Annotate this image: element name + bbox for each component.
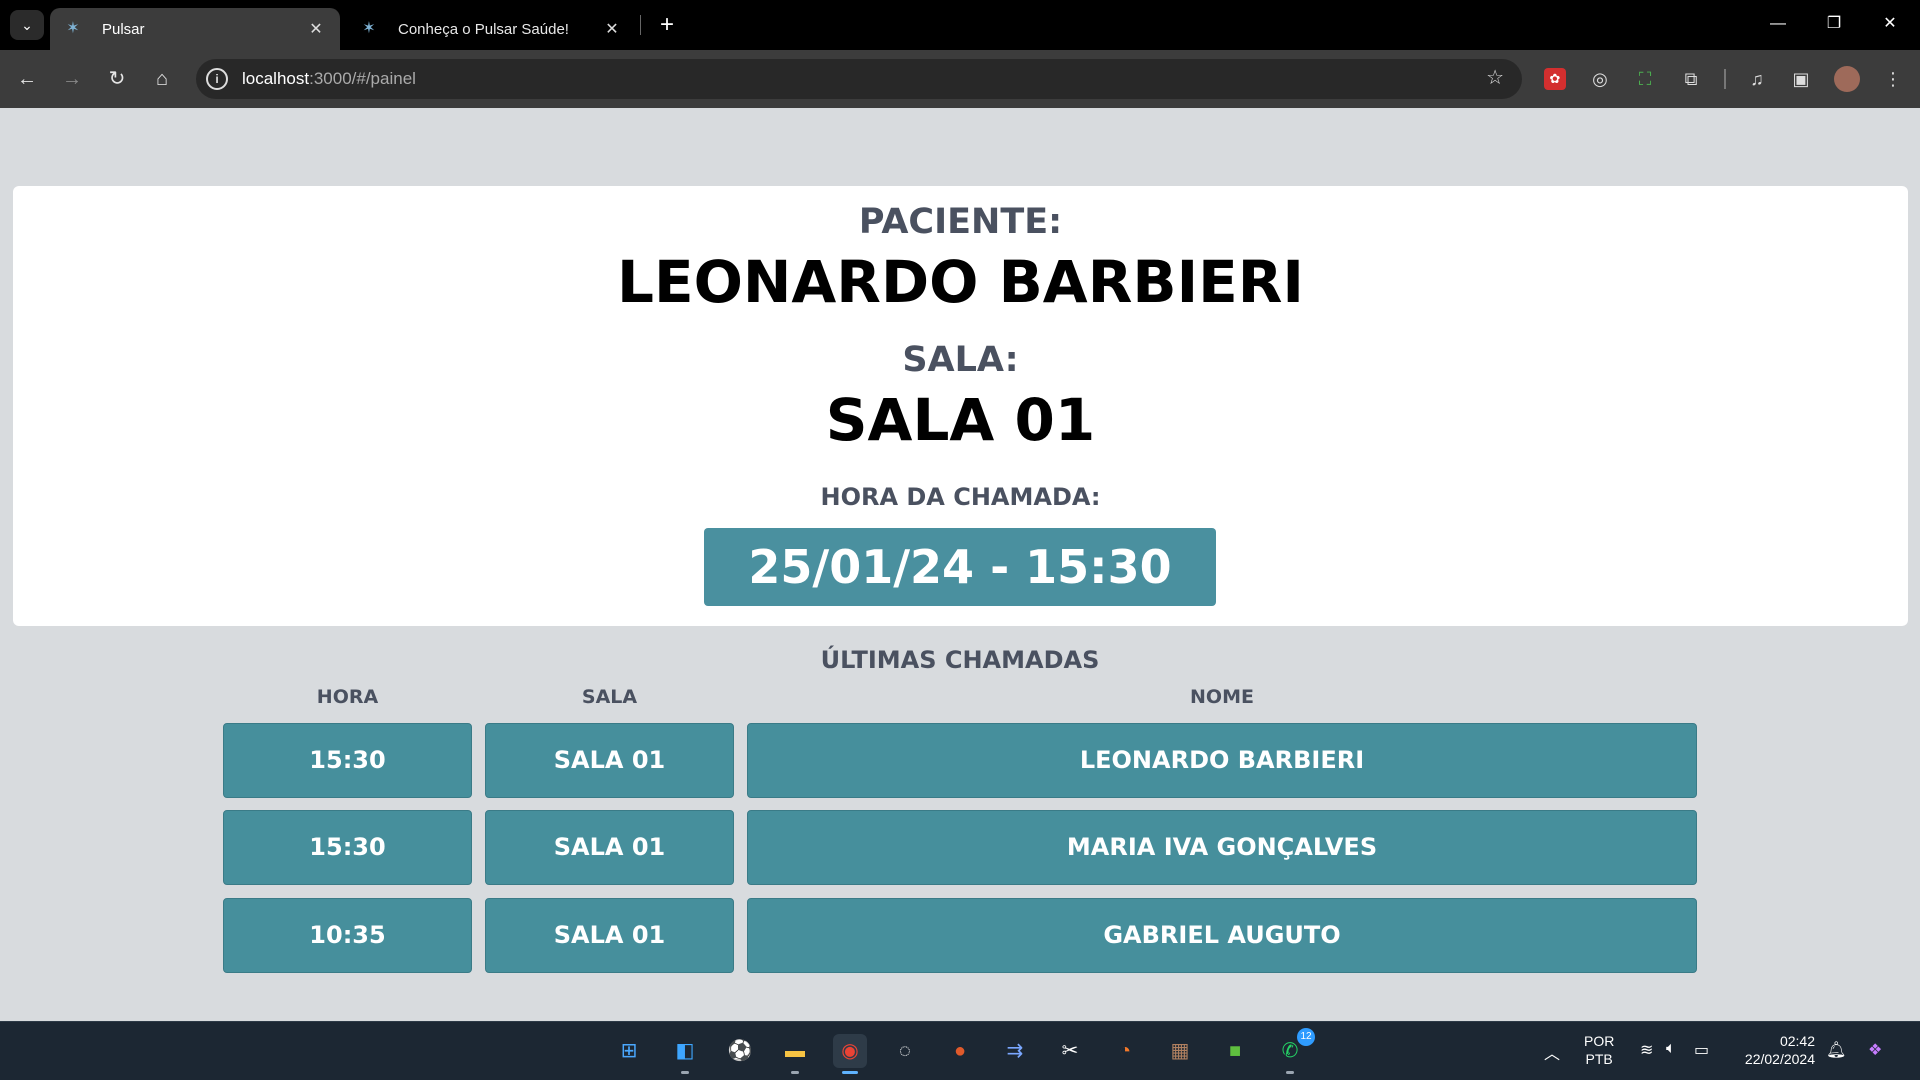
menu-kebab-icon[interactable]: ⋮ — [1878, 64, 1908, 94]
toolbar-separator — [1724, 69, 1726, 89]
blender-icon[interactable]: ◔ — [1108, 1034, 1142, 1068]
history-title: ÚLTIMAS CHAMADAS — [820, 646, 1100, 674]
tab-title: Pulsar — [102, 20, 145, 38]
url-host: localhost — [242, 69, 310, 88]
forward-button[interactable]: → — [55, 62, 89, 96]
tray-chevron-up-icon[interactable]: ︿ — [1544, 1040, 1560, 1064]
bookmark-star-icon[interactable]: ☆ — [1486, 65, 1504, 90]
patient-name: LEONARDO BARBIERI — [616, 248, 1305, 316]
language-line1: POR — [1584, 1033, 1615, 1049]
minecraft-launcher-icon[interactable]: ▦ — [1163, 1034, 1197, 1068]
pulsar-favicon-icon: ✶ — [66, 20, 80, 37]
room-label: SALA: — [902, 340, 1019, 380]
patient-label: PACIENTE: — [858, 202, 1063, 242]
copilot-icon[interactable]: ❖ — [1868, 1040, 1882, 1060]
windows-taskbar: ⊞ ◧ ⚽ ▬ ◉ ◌ ● ⇉ ✂ ◔ ▦ ■ ✆ 12 ︿ POR PTB ≋ … — [0, 1021, 1920, 1080]
extension-screenshot-icon[interactable]: ⛶ — [1630, 64, 1660, 94]
whatsapp-icon[interactable]: ✆ 12 — [1273, 1028, 1315, 1074]
vscode-icon[interactable]: ◧ — [668, 1034, 702, 1074]
home-button[interactable]: ⌂ — [145, 62, 179, 96]
close-icon[interactable]: ✕ — [602, 19, 622, 39]
extension-target-icon[interactable]: ◎ — [1585, 64, 1615, 94]
wifi-icon[interactable]: ≋ — [1640, 1040, 1653, 1060]
tab-separator — [640, 15, 641, 35]
minecraft-creeper-icon[interactable]: ■ — [1218, 1034, 1252, 1068]
tab-pulsar[interactable]: ✶ Pulsar ✕ — [50, 8, 340, 50]
clock-time: 02:42 — [1779, 1033, 1815, 1049]
tab-conheca-pulsar[interactable]: ✶ Conheça o Pulsar Saúde! ✕ — [346, 8, 636, 50]
history-row-3-hora: 10:35 — [223, 898, 472, 973]
side-panel-icon[interactable]: ▣ — [1786, 64, 1816, 94]
room-value: SALA 01 — [825, 386, 1096, 454]
column-header-sala: SALA — [581, 686, 638, 708]
tab-search-button[interactable]: ⌄ — [10, 10, 44, 40]
profile-avatar[interactable] — [1834, 66, 1860, 92]
minimize-button[interactable]: — — [1758, 8, 1798, 40]
close-window-button[interactable]: ✕ — [1870, 8, 1910, 40]
whatsapp-badge: 12 — [1297, 1028, 1315, 1046]
extensions-puzzle-icon[interactable]: ⧉ — [1676, 64, 1706, 94]
history-row-1-nome: LEONARDO BARBIERI — [747, 723, 1697, 798]
history-row-1-sala: SALA 01 — [485, 723, 734, 798]
reload-button[interactable]: ↻ — [100, 62, 134, 96]
history-row-2-hora: 15:30 — [223, 810, 472, 885]
pulsar-favicon-icon: ✶ — [362, 20, 376, 37]
extension-red-icon[interactable]: ✿ — [1544, 68, 1566, 90]
history-row-2-sala: SALA 01 — [485, 810, 734, 885]
history-row-3-nome: GABRIEL AUGUTO — [747, 898, 1697, 973]
obs-icon[interactable]: ◌ — [888, 1034, 922, 1068]
column-header-nome: NOME — [1190, 686, 1254, 708]
battery-icon[interactable]: ▭ — [1694, 1040, 1709, 1060]
call-time-label: HORA DA CHAMADA: — [820, 483, 1101, 511]
start-windows-icon[interactable]: ⊞ — [612, 1034, 646, 1068]
tab-title: Conheça o Pulsar Saúde! — [398, 20, 569, 38]
clock[interactable]: 02:42 22/02/2024 — [1735, 1032, 1815, 1068]
close-icon[interactable]: ✕ — [306, 19, 326, 39]
column-header-hora: HORA — [316, 686, 379, 708]
notification-bell-icon[interactable]: 🔔︎ — [1826, 1040, 1846, 1060]
language-line2: PTB — [1585, 1051, 1613, 1067]
page-content: PACIENTE: LEONARDO BARBIERI SALA: SALA 0… — [0, 108, 1920, 1021]
volume-icon[interactable]: 🔈︎ — [1666, 1040, 1676, 1058]
browser-tab-bar: ⌄ ✶ Pulsar ✕ ✶ Conheça o Pulsar Saúde! ✕… — [0, 0, 1920, 50]
call-time-value: 25/01/24 - 15:30 — [704, 528, 1216, 606]
language-indicator[interactable]: POR PTB — [1584, 1032, 1614, 1068]
chrome-icon[interactable]: ◉ — [833, 1034, 867, 1074]
current-call-panel: PACIENTE: LEONARDO BARBIERI SALA: SALA 0… — [13, 186, 1908, 626]
file-explorer-icon[interactable]: ▬ — [778, 1034, 812, 1074]
new-tab-button[interactable]: + — [652, 10, 682, 40]
capcut-icon[interactable]: ✂ — [1053, 1034, 1087, 1068]
media-control-icon[interactable]: ♫ — [1742, 64, 1772, 94]
history-row-2-nome: MARIA IVA GONÇALVES — [747, 810, 1697, 885]
clock-date: 22/02/2024 — [1744, 1051, 1815, 1067]
chevron-down-icon: ⌄ — [21, 16, 33, 33]
browser-toolbar: ← → ↻ ⌂ i localhost:3000/#/painel ☆ ✿ ◎ … — [0, 50, 1920, 108]
history-row-1-hora: 15:30 — [223, 723, 472, 798]
history-row-3-sala: SALA 01 — [485, 898, 734, 973]
address-bar[interactable]: i localhost:3000/#/painel ☆ — [196, 59, 1522, 99]
back-button[interactable]: ← — [10, 62, 44, 96]
site-info-icon[interactable]: i — [206, 68, 228, 90]
app-azure-icon[interactable]: ⇉ — [998, 1034, 1032, 1068]
url-text[interactable]: localhost:3000/#/painel — [242, 69, 416, 89]
app-soccer-icon[interactable]: ⚽ — [723, 1034, 757, 1068]
restore-button[interactable]: ❐ — [1814, 8, 1854, 40]
url-path: :3000/#/painel — [309, 69, 416, 88]
app-orange-icon[interactable]: ● — [943, 1034, 977, 1068]
